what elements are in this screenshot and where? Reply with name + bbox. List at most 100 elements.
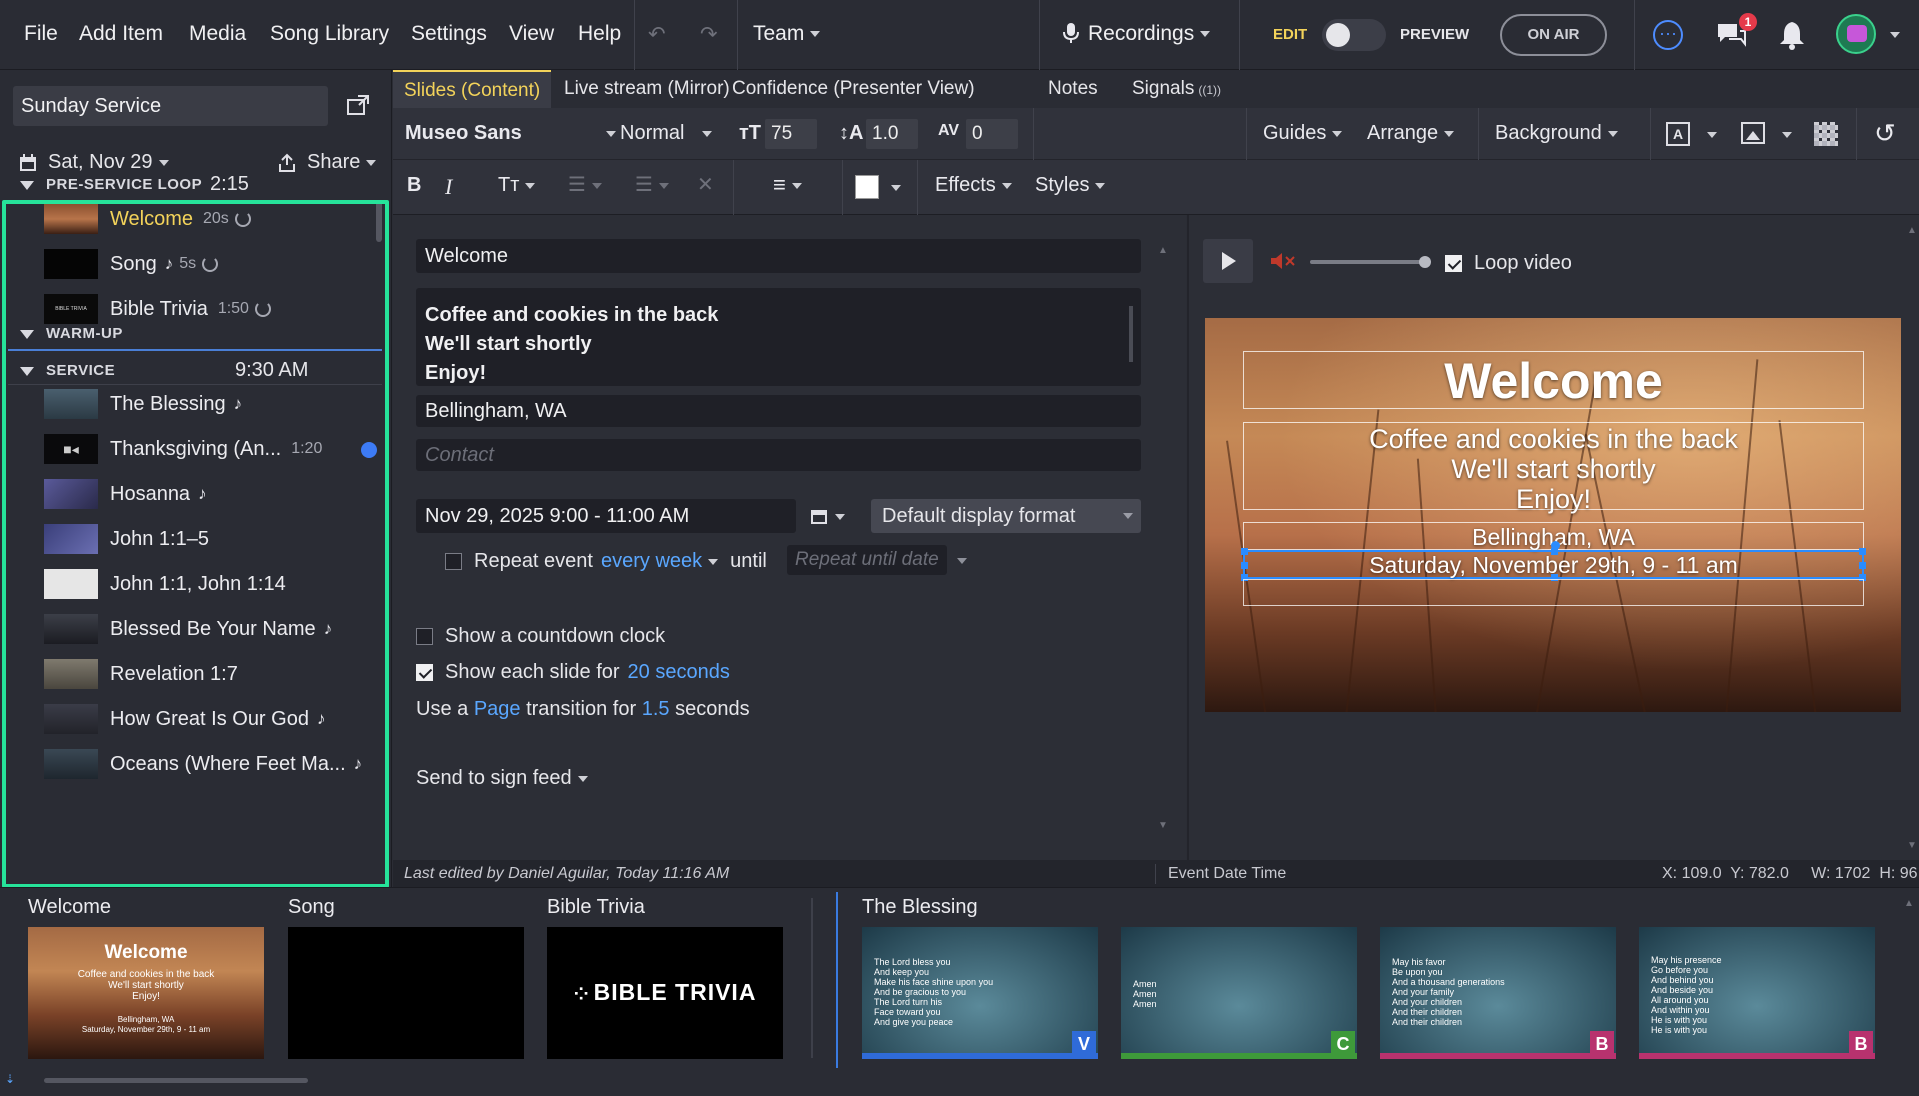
- scroll-up-arrow[interactable]: ▲: [1158, 245, 1168, 256]
- qr-code-icon[interactable]: [1814, 122, 1838, 146]
- tab-slides-content[interactable]: Slides (Content): [393, 70, 552, 108]
- contact-field[interactable]: Contact: [416, 439, 1141, 471]
- volume-slider[interactable]: [1310, 260, 1425, 264]
- list-item-the-blessing[interactable]: The Blessing ♪: [44, 384, 384, 424]
- reset-icon[interactable]: ↺: [1874, 118, 1896, 149]
- list-item-song[interactable]: Song ♪ 5s: [44, 244, 384, 284]
- title-field[interactable]: Welcome: [416, 239, 1141, 273]
- italic-icon[interactable]: I: [445, 174, 452, 200]
- slide-thumb-welcome[interactable]: Welcome Coffee and cookies in the back We…: [28, 927, 264, 1059]
- recordings-menu[interactable]: Recordings: [1062, 22, 1211, 46]
- image-icon[interactable]: [1741, 122, 1765, 144]
- repeat-event-checkbox[interactable]: [445, 553, 462, 570]
- tab-notes[interactable]: Notes: [1037, 70, 1109, 108]
- chevron-down-icon[interactable]: [708, 558, 719, 565]
- tab-live-stream[interactable]: Live stream (Mirror): [553, 70, 741, 108]
- slide-date-box-selected[interactable]: Saturday, November 29th, 9 - 11 am: [1241, 541, 1866, 581]
- undo-icon[interactable]: ↶: [648, 22, 666, 47]
- resize-handle[interactable]: [1859, 548, 1866, 555]
- chevron-down-icon[interactable]: [1782, 132, 1792, 138]
- display-format-dropdown[interactable]: Default display format: [871, 499, 1141, 533]
- font-weight-dropdown[interactable]: Normal: [620, 122, 713, 145]
- slide-title-box[interactable]: Welcome: [1243, 351, 1864, 409]
- repeat-frequency-link[interactable]: every week: [601, 550, 702, 573]
- rotate-handle[interactable]: [1551, 541, 1560, 550]
- slide-thumb-song[interactable]: [288, 927, 524, 1059]
- textarea-scrollbar[interactable]: [1129, 306, 1133, 362]
- location-field[interactable]: Bellingham, WA: [416, 395, 1141, 427]
- slide-thumb-blessing-2[interactable]: Amen Amen Amen C: [1121, 927, 1357, 1059]
- chevron-down-icon[interactable]: [957, 558, 967, 564]
- guides-dropdown[interactable]: Guides: [1263, 122, 1343, 145]
- menu-song-library[interactable]: Song Library: [270, 22, 389, 46]
- new-window-icon[interactable]: [346, 94, 370, 122]
- section-header-service[interactable]: SERVICE: [20, 362, 115, 379]
- body-textarea[interactable]: Coffee and cookies in the back We'll sta…: [416, 288, 1141, 386]
- menu-help[interactable]: Help: [578, 22, 621, 46]
- muted-speaker-icon[interactable]: [1269, 251, 1297, 277]
- slide-duration-link[interactable]: 20 seconds: [628, 661, 730, 684]
- slide-thumb-blessing-4[interactable]: May his presence Go before you And behind …: [1639, 927, 1875, 1059]
- resize-handle[interactable]: [1859, 562, 1866, 569]
- more-options-icon[interactable]: ···: [1653, 20, 1683, 50]
- chevron-down-icon[interactable]: [891, 185, 901, 191]
- slide-thumb-blessing-1[interactable]: The Lord bless you And keep you Make his f…: [862, 927, 1098, 1059]
- transition-type-link[interactable]: Page: [474, 698, 521, 720]
- datetime-field[interactable]: Nov 29, 2025 9:00 - 11:00 AM: [416, 499, 796, 533]
- line-height-stepper[interactable]: 1.0: [866, 119, 918, 149]
- text-box-icon[interactable]: A: [1666, 122, 1690, 146]
- slide-thumb-blessing-3[interactable]: May his favor Be upon you And a thousand g…: [1380, 927, 1616, 1059]
- countdown-checkbox[interactable]: [416, 628, 433, 645]
- menu-file[interactable]: File: [24, 22, 58, 46]
- repeat-until-field[interactable]: Repeat until date: [787, 545, 947, 575]
- menu-view[interactable]: View: [509, 22, 554, 46]
- sidebar-scrollbar[interactable]: [376, 200, 382, 242]
- slide-canvas[interactable]: Welcome Coffee and cookies in the back W…: [1205, 318, 1901, 712]
- scroll-up-arrow[interactable]: ▲: [1904, 898, 1914, 909]
- on-air-button[interactable]: ON AIR: [1500, 14, 1607, 56]
- list-item-bible-trivia[interactable]: BIBLE TRIVIA Bible Trivia 1:50: [44, 289, 384, 329]
- letter-spacing-stepper[interactable]: 0: [966, 119, 1018, 149]
- bold-icon[interactable]: B: [407, 174, 421, 197]
- list-item-john-1-1-1-14[interactable]: John 1:1, John 1:14: [44, 564, 384, 604]
- effects-dropdown[interactable]: Effects: [935, 174, 1012, 197]
- slide-body-box[interactable]: Coffee and cookies in the back We'll sta…: [1243, 422, 1864, 514]
- arrange-dropdown[interactable]: Arrange: [1367, 122, 1455, 145]
- plan-name-field[interactable]: Sunday Service: [13, 86, 328, 126]
- date-picker[interactable]: Sat, Nov 29: [18, 151, 169, 174]
- send-to-sign-feed-dropdown[interactable]: Send to sign feed: [416, 767, 588, 790]
- transition-duration-link[interactable]: 1.5: [642, 698, 670, 720]
- list-item-john-1-1-5[interactable]: John 1:1–5: [44, 519, 384, 559]
- list-item-blessed-be-your-name[interactable]: Blessed Be Your Name ♪: [44, 609, 384, 649]
- play-button[interactable]: [1203, 239, 1253, 283]
- volume-slider-thumb[interactable]: [1419, 256, 1431, 268]
- loop-video-checkbox[interactable]: [1445, 255, 1462, 272]
- font-size-stepper[interactable]: 75: [765, 119, 817, 149]
- text-color-swatch[interactable]: [855, 175, 879, 199]
- slide-empty-box[interactable]: [1243, 579, 1864, 606]
- section-header-warm-up[interactable]: WARM-UP: [20, 325, 123, 342]
- tab-confidence[interactable]: Confidence (Presenter View): [721, 70, 986, 108]
- chevron-down-icon[interactable]: [1707, 132, 1717, 138]
- font-family-dropdown[interactable]: Museo Sans: [405, 122, 616, 145]
- background-dropdown[interactable]: Background: [1495, 122, 1618, 145]
- align-center-icon[interactable]: ≡: [773, 172, 802, 198]
- date-picker-button[interactable]: [809, 506, 845, 532]
- resize-handle[interactable]: [1241, 548, 1248, 555]
- slide-duration-checkbox[interactable]: [416, 664, 433, 681]
- list-item-thanksgiving[interactable]: ■◂ Thanksgiving (An... 1:20: [44, 429, 384, 469]
- chevron-down-icon[interactable]: [1890, 32, 1900, 38]
- share-button[interactable]: Share: [277, 151, 377, 174]
- text-case-icon[interactable]: Tт: [498, 174, 536, 197]
- bell-icon[interactable]: [1778, 20, 1806, 56]
- avatar[interactable]: [1836, 14, 1876, 54]
- strip-scrollbar[interactable]: [44, 1078, 308, 1083]
- redo-icon[interactable]: ↷: [700, 22, 718, 47]
- list-item-welcome[interactable]: Welcome 20s: [44, 199, 384, 239]
- team-menu[interactable]: Team: [753, 22, 821, 46]
- list-item-oceans[interactable]: Oceans (Where Feet Ma... ♪: [44, 744, 384, 784]
- tab-signals[interactable]: Signals ((1)): [1121, 70, 1232, 108]
- styles-dropdown[interactable]: Styles: [1035, 174, 1106, 197]
- scroll-up-arrow[interactable]: ▲: [1907, 225, 1917, 236]
- drag-handle-icon[interactable]: ⇣: [5, 1072, 15, 1086]
